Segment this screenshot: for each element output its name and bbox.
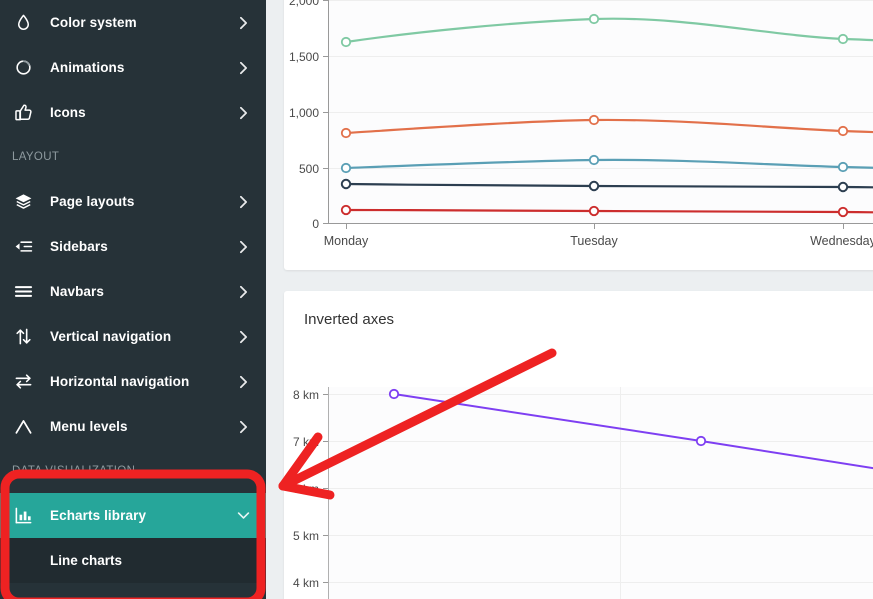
y-tick-label: 1,500 (289, 50, 319, 64)
y-axis-ticks (323, 0, 328, 224)
data-point (588, 180, 600, 192)
y-tick-label: 1,000 (289, 106, 319, 120)
arrows-left-right-icon (12, 371, 34, 393)
data-point (340, 127, 352, 139)
sidebar-item-navbars[interactable]: Navbars (0, 269, 266, 314)
sidebar-section-label: LAYOUT (12, 151, 60, 163)
x-tick-label: Monday (324, 234, 369, 248)
sidebar-icon (12, 236, 34, 258)
chevron-right-icon (236, 330, 250, 344)
arrows-up-down-icon (12, 326, 34, 348)
y-tick-label: 2,000 (289, 0, 319, 8)
data-point (837, 181, 849, 193)
sidebar-item-label: Navbars (50, 284, 104, 299)
menu-lines-icon (12, 281, 34, 303)
sidebar-section-data-visualization: DATA VISUALIZATION (0, 449, 266, 493)
chevron-right-icon (236, 285, 250, 299)
data-point (340, 162, 352, 174)
y-tick-label: 500 (299, 162, 319, 176)
y-tick-label: 8 km (293, 388, 319, 402)
chevron-right-icon (236, 420, 250, 434)
y-tick-label: 4 km (293, 576, 319, 590)
sidebar-item-echarts-library[interactable]: Echarts library (0, 493, 266, 538)
sidebar-item-label: Echarts library (50, 508, 147, 523)
sidebar: Color system Animations Icons LAYOUT Pag… (0, 0, 266, 599)
circle-icon (12, 57, 34, 79)
sidebar-item-sidebars[interactable]: Sidebars (0, 224, 266, 269)
data-point (837, 33, 849, 45)
chart-card-inverted-axes: Inverted axes 8 km 7 km 6 km 5 km 4 km (284, 291, 873, 599)
data-point (588, 114, 600, 126)
x-axis-ticks (346, 223, 844, 229)
sidebar-item-icons[interactable]: Icons (0, 90, 266, 135)
bar-chart-icon (12, 505, 34, 527)
sidebar-item-animations[interactable]: Animations (0, 45, 266, 90)
data-point (340, 178, 352, 190)
chevron-right-icon (236, 106, 250, 120)
x-tick-label: Tuesday (570, 234, 618, 248)
x-axis-labels: Monday Tuesday Wednesday (324, 234, 873, 248)
thumbs-up-icon (12, 102, 34, 124)
sidebar-item-label: Color system (50, 15, 137, 30)
droplet-icon (12, 12, 34, 34)
data-point (588, 13, 600, 25)
data-point (837, 206, 849, 218)
sidebar-item-label: Animations (50, 60, 125, 75)
chart-card-line: 2,000 1,500 1,000 500 0 Monday Tuesday W… (284, 0, 873, 270)
line-chart-1: 2,000 1,500 1,000 500 0 Monday Tuesday W… (284, 0, 873, 270)
chevron-right-icon (236, 16, 250, 30)
sidebar-submenu-echarts: Line charts (0, 538, 266, 583)
sidebar-section-label: DATA VISUALIZATION (12, 465, 136, 477)
sidebar-subitem-line-charts[interactable]: Line charts (0, 538, 266, 583)
layers-icon (12, 191, 34, 213)
y-tick-label: 7 km (293, 435, 319, 449)
y-tick-label: 5 km (293, 529, 319, 543)
sidebar-item-label: Icons (50, 105, 86, 120)
sidebar-item-label: Page layouts (50, 194, 135, 209)
sidebar-item-horizontal-navigation[interactable]: Horizontal navigation (0, 359, 266, 404)
sidebar-item-label: Sidebars (50, 239, 108, 254)
main-content: 2,000 1,500 1,000 500 0 Monday Tuesday W… (266, 0, 873, 599)
sidebar-subitem-label: Line charts (50, 553, 123, 568)
sidebar-item-color-system[interactable]: Color system (0, 0, 266, 45)
chevron-right-icon (236, 61, 250, 75)
x-tick-label: Wednesday (810, 234, 873, 248)
sidebar-item-menu-levels[interactable]: Menu levels (0, 404, 266, 449)
data-point (340, 36, 352, 48)
data-point (837, 125, 849, 137)
sidebar-item-label: Menu levels (50, 419, 128, 434)
line-chart-1-svg: 2,000 1,500 1,000 500 0 Monday Tuesday W… (289, 0, 873, 248)
sidebar-item-page-layouts[interactable]: Page layouts (0, 179, 266, 224)
y-tick-label: 0 (312, 217, 319, 231)
data-point (695, 435, 707, 447)
data-point (837, 161, 849, 173)
chevron-right-icon (236, 375, 250, 389)
sidebar-item-label: Horizontal navigation (50, 374, 190, 389)
y-tick-label: 6 km (293, 482, 319, 496)
sidebar-item-label: Vertical navigation (50, 329, 172, 344)
y-axis-labels: 8 km 7 km 6 km 5 km 4 km (293, 388, 319, 590)
data-point (588, 205, 600, 217)
line-chart-2-svg: 8 km 7 km 6 km 5 km 4 km (293, 387, 873, 599)
chevron-up-lines-icon (12, 416, 34, 438)
y-axis-labels: 2,000 1,500 1,000 500 0 (289, 0, 319, 231)
data-point (588, 154, 600, 166)
data-point (340, 204, 352, 216)
app-root: Color system Animations Icons LAYOUT Pag… (0, 0, 873, 599)
data-point (388, 388, 400, 400)
chevron-right-icon (236, 240, 250, 254)
sidebar-item-vertical-navigation[interactable]: Vertical navigation (0, 314, 266, 359)
sidebar-section-layout: LAYOUT (0, 135, 266, 179)
chevron-right-icon (236, 195, 250, 209)
line-chart-2: 8 km 7 km 6 km 5 km 4 km (284, 291, 873, 599)
chevron-down-icon (236, 511, 250, 520)
y-axis-ticks (323, 394, 328, 583)
